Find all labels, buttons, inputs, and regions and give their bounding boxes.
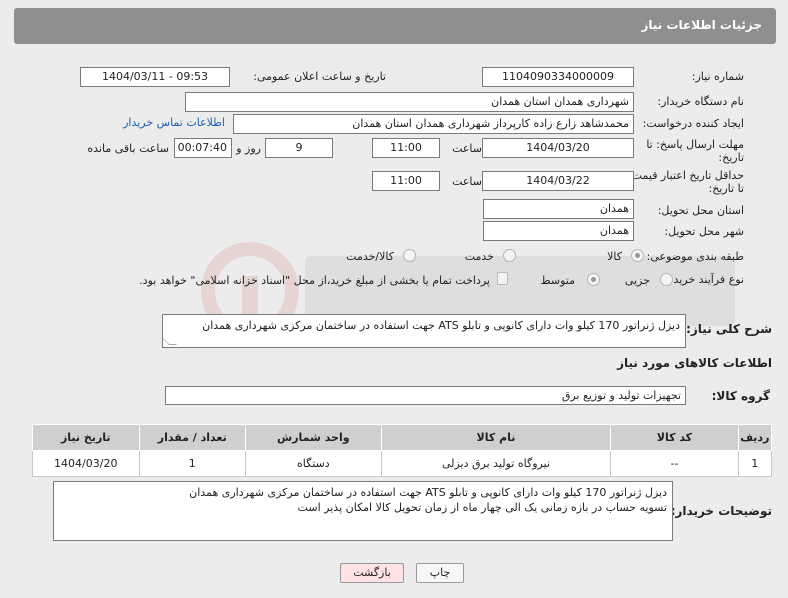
col-row-number: ردیف xyxy=(737,424,773,451)
need-number-field: 1104090334000009 xyxy=(482,67,634,87)
province-label: استان محل تحویل: xyxy=(657,204,744,217)
deadline-label: مهلت ارسال پاسخ: تا xyxy=(646,138,744,151)
category-goods-label: کالا xyxy=(607,250,622,263)
category-goods-service-label: کالا/خدمت xyxy=(346,250,394,263)
description-text: دیزل ژنراتور 170 کیلو وات دارای کانوپی و… xyxy=(202,319,680,332)
category-goods-radio[interactable] xyxy=(631,249,644,262)
print-button[interactable]: چاپ xyxy=(416,563,464,583)
col-need-date: تاریخ نیاز xyxy=(32,424,140,451)
back-button[interactable]: بازگشت xyxy=(340,563,404,583)
announce-label: تاریخ و ساعت اعلان عمومی: xyxy=(253,70,386,83)
deadline-time-label: ساعت xyxy=(452,142,482,155)
process-medium-label: متوسط xyxy=(540,274,575,287)
buyer-org-label: نام دستگاه خریدار: xyxy=(657,95,744,108)
announce-datetime-field: 1404/03/11 - 09:53 xyxy=(80,67,230,87)
contact-info-link[interactable]: اطلاعات تماس خریدار xyxy=(123,116,225,129)
validity-time-label: ساعت xyxy=(452,175,482,188)
process-medium-radio[interactable] xyxy=(587,273,600,286)
table-row: 1 -- نیروگاه تولید برق دیزلی دستگاه 1 14… xyxy=(32,450,773,477)
goods-section-title: اطلاعات کالاهای مورد نیاز xyxy=(617,356,772,370)
buyer-org-field: شهرداری همدان استان همدان xyxy=(185,92,634,112)
cell-item-code: -- xyxy=(610,450,739,477)
buyer-notes-textarea: دیزل ژنراتور 170 کیلو وات دارای کانوپی و… xyxy=(53,481,673,541)
treasury-payment-checkbox[interactable] xyxy=(497,272,508,285)
time-remaining-label: ساعت باقی مانده xyxy=(87,142,169,155)
time-remaining-field: 00:07:40 xyxy=(174,138,232,158)
validity-label-date: تا تاریخ: xyxy=(708,182,744,195)
treasury-payment-note: پرداخت تمام یا بخشی از مبلغ خرید،از محل … xyxy=(139,274,490,287)
description-label: شرح کلی نیاز: xyxy=(686,322,772,336)
process-minor-radio[interactable] xyxy=(660,273,673,286)
col-item-name: نام کالا xyxy=(380,424,612,451)
buyer-notes-line-1: دیزل ژنراتور 170 کیلو وات دارای کانوپی و… xyxy=(189,486,667,499)
goods-group-label: گروه کالا: xyxy=(711,389,770,403)
resize-handle-icon[interactable] xyxy=(163,337,177,345)
days-label: روز و xyxy=(236,142,261,155)
goods-table: ردیف کد کالا نام کالا واحد شمارش تعداد /… xyxy=(32,424,773,477)
cell-row-number: 1 xyxy=(737,450,773,477)
col-item-code: کد کالا xyxy=(610,424,739,451)
process-type-label: نوع فرآیند خرید : xyxy=(666,273,744,286)
need-number-label: شماره نیاز: xyxy=(691,70,744,83)
deadline-label-date: تاریخ: xyxy=(718,151,744,164)
col-quantity: تعداد / مقدار xyxy=(138,424,246,451)
page-title: جزئیات اطلاعات نیاز xyxy=(641,18,762,32)
cell-item-name: نیروگاه تولید برق دیزلی xyxy=(380,450,612,477)
validity-time-field: 11:00 xyxy=(372,171,440,191)
city-label: شهر محل تحویل: xyxy=(664,225,744,238)
cell-unit: دستگاه xyxy=(244,450,382,477)
category-label: طبقه بندی موضوعی: xyxy=(646,250,744,263)
header-bar: جزئیات اطلاعات نیاز xyxy=(14,8,776,44)
deadline-date-field: 1404/03/20 xyxy=(482,138,634,158)
description-textarea: دیزل ژنراتور 170 کیلو وات دارای کانوپی و… xyxy=(162,314,686,348)
creator-field: محمدشاهد زارع زاده کارپرداز شهرداری همدا… xyxy=(233,114,634,134)
category-goods-service-radio[interactable] xyxy=(403,249,416,262)
goods-table-header: ردیف کد کالا نام کالا واحد شمارش تعداد /… xyxy=(32,424,773,451)
category-service-label: خدمت xyxy=(464,250,494,263)
buyer-notes-line-2: تسویه حساب در بازه زمانی یک الی چهار ماه… xyxy=(297,501,667,514)
cell-quantity: 1 xyxy=(138,450,246,477)
cell-need-date: 1404/03/20 xyxy=(32,450,140,477)
process-minor-label: جزیی xyxy=(624,274,650,287)
buyer-notes-label: توضیحات خریدار: xyxy=(670,504,772,518)
validity-date-field: 1404/03/22 xyxy=(482,171,634,191)
deadline-time-field: 11:00 xyxy=(372,138,440,158)
creator-label: ایجاد کننده درخواست: xyxy=(642,117,744,130)
col-unit: واحد شمارش xyxy=(244,424,382,451)
goods-group-field: تجهیزات تولید و توزیع برق xyxy=(165,386,686,405)
category-service-radio[interactable] xyxy=(503,249,516,262)
validity-label: حداقل تاریخ اعتبار قیمت: xyxy=(628,169,744,182)
city-field: همدان xyxy=(483,221,634,241)
province-field: همدان xyxy=(483,199,634,219)
days-remaining-field: 9 xyxy=(265,138,333,158)
